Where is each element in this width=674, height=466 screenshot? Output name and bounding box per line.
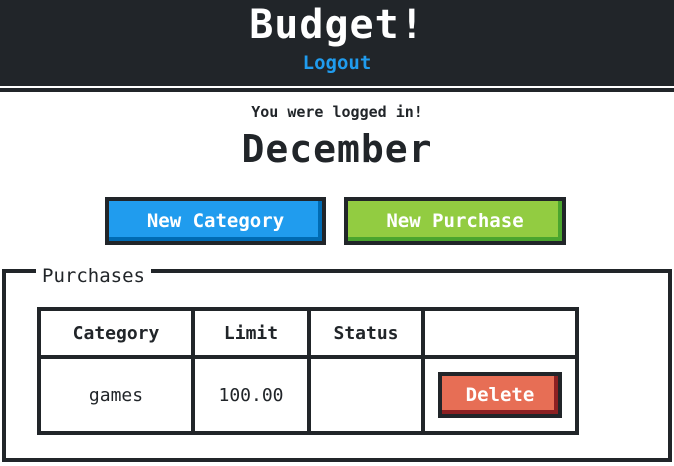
table-row: games 100.00 Delete [37,355,579,435]
flash-message: You were logged in! [251,103,423,121]
purchases-legend: Purchases [36,264,151,288]
column-header-actions [421,307,579,359]
column-header-limit: Limit [191,307,311,359]
purchases-table: Category Limit Status games 100.00 Delet… [37,307,579,435]
app-title: Budget! [249,2,425,48]
cell-limit: 100.00 [191,355,311,435]
table-header-row: Category Limit Status [37,307,579,359]
new-purchase-button[interactable]: New Purchase [344,197,566,245]
logout-link[interactable]: Logout [0,51,674,75]
month-title: December [241,127,433,171]
cell-category: games [37,355,195,435]
header-divider [0,88,674,92]
top-navbar: Budget! Logout [0,0,674,86]
delete-button[interactable]: Delete [438,372,562,418]
column-header-status: Status [307,307,425,359]
new-category-button[interactable]: New Category [105,197,326,245]
column-header-category: Category [37,307,195,359]
cell-status [307,355,425,435]
cell-actions: Delete [421,355,579,435]
